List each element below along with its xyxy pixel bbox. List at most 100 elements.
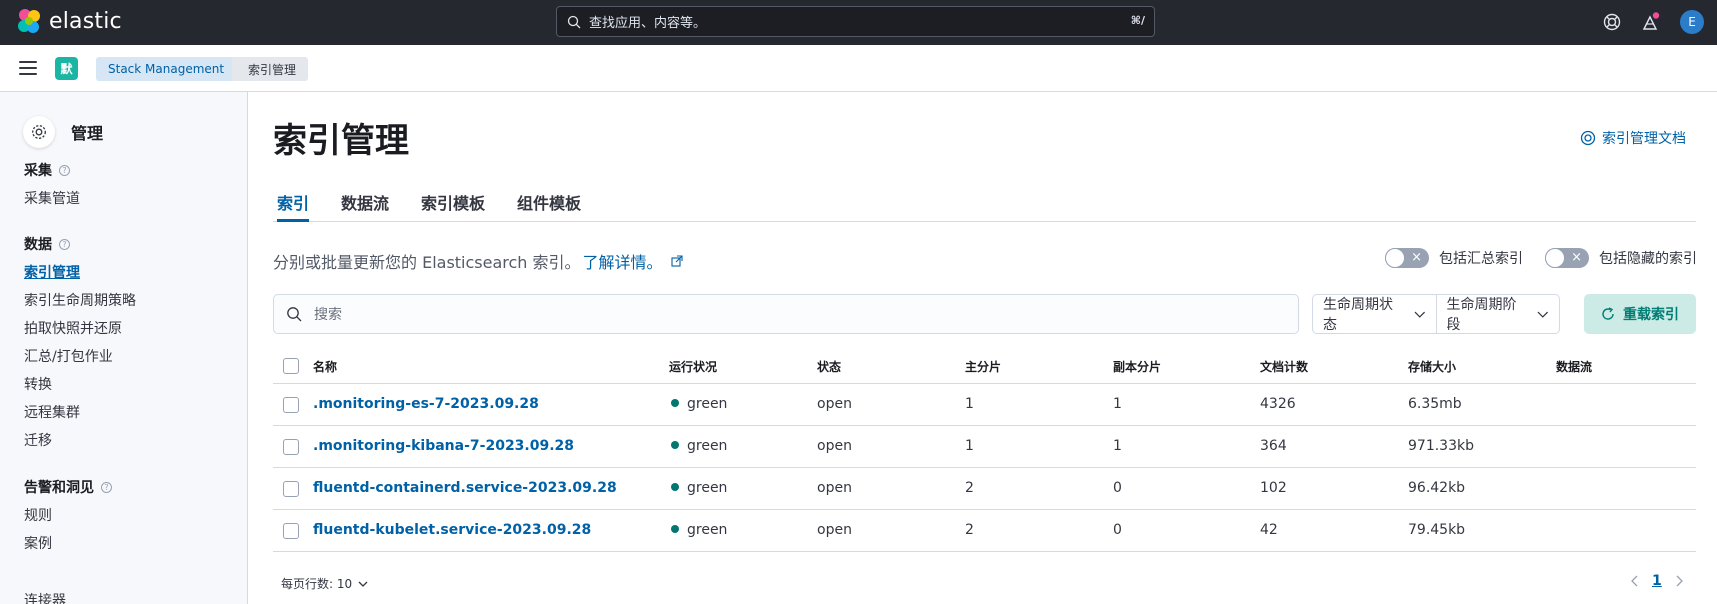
external-link-icon — [671, 255, 683, 267]
sidebar-item-ingest-pipelines[interactable]: 采集管道 — [24, 188, 80, 208]
column-header-replicas[interactable]: 副本分片 — [1113, 358, 1161, 375]
brand-name: elastic — [49, 8, 122, 34]
primary-cell: 2 — [965, 480, 974, 496]
help-icon[interactable]: ? — [101, 481, 112, 493]
sidebar-group-data: 数据? — [24, 234, 70, 254]
sidebar-item-rollup-jobs[interactable]: 汇总/打包作业 — [24, 346, 113, 366]
status-cell: open — [817, 438, 852, 454]
sidebar-group-label: 采集 — [24, 163, 52, 179]
index-name-link[interactable]: fluentd-kubelet.service-2023.09.28 — [313, 522, 591, 538]
sidebar-item-connectors[interactable]: 连接器 — [24, 590, 66, 604]
toggle-switch[interactable]: × — [1385, 248, 1429, 268]
row-checkbox[interactable] — [283, 523, 299, 539]
toggle-label: 包括汇总索引 — [1439, 251, 1523, 267]
column-header-primary[interactable]: 主分片 — [965, 358, 1001, 375]
chevron-right-icon[interactable] — [1674, 575, 1684, 587]
reload-label: 重载索引 — [1623, 307, 1679, 323]
column-header-data-stream[interactable]: 数据流 — [1556, 358, 1592, 375]
column-header-docs-count[interactable]: 文档计数 — [1260, 358, 1308, 375]
user-avatar[interactable]: E — [1680, 10, 1704, 34]
index-name-link[interactable]: .monitoring-kibana-7-2023.09.28 — [313, 438, 574, 454]
tab-data-streams[interactable]: 数据流 — [341, 190, 389, 222]
page-button-current[interactable]: 1 — [1652, 573, 1662, 589]
sidebar-item-index-management[interactable]: 索引管理 — [24, 262, 80, 282]
index-search-input[interactable]: 搜索 — [273, 294, 1299, 334]
lifecycle-status-filter[interactable]: 生命周期状态 — [1313, 295, 1436, 333]
filter-label: 生命周期状态 — [1323, 297, 1393, 333]
help-icon[interactable]: ? — [59, 238, 70, 250]
column-header-status[interactable]: 状态 — [817, 358, 841, 375]
help-icon[interactable] — [1601, 11, 1623, 33]
doc-link-label: 索引管理文档 — [1602, 131, 1686, 147]
storage-size-cell: 6.35mb — [1408, 396, 1462, 412]
include-rollup-toggle[interactable]: × 包括汇总索引 — [1385, 248, 1523, 268]
pagination: 1 — [1630, 573, 1684, 589]
health-status-dot — [671, 483, 679, 491]
page-description: 分别或批量更新您的 Elasticsearch 索引。 了解详情。 — [273, 249, 683, 273]
sidebar-item-snapshot-restore[interactable]: 拍取快照并还原 — [24, 318, 122, 338]
health-status-dot — [671, 441, 679, 449]
help-icon[interactable]: ? — [59, 164, 70, 176]
tab-component-templates[interactable]: 组件模板 — [517, 190, 581, 222]
chevron-left-icon[interactable] — [1630, 575, 1640, 587]
chevron-down-icon — [1537, 311, 1549, 318]
status-cell: open — [817, 522, 852, 538]
elastic-logo[interactable]: elastic — [16, 8, 122, 34]
sidebar-item-rules[interactable]: 规则 — [24, 505, 52, 525]
index-name-link[interactable]: fluentd-containerd.service-2023.09.28 — [313, 480, 617, 496]
tab-indices[interactable]: 索引 — [277, 190, 310, 222]
health-cell: green — [671, 396, 727, 412]
sidebar-item-remote-clusters[interactable]: 远程集群 — [24, 402, 80, 422]
column-header-health[interactable]: 运行状况 — [669, 358, 717, 375]
close-icon: × — [1571, 250, 1582, 265]
index-name-link[interactable]: .monitoring-es-7-2023.09.28 — [313, 396, 539, 412]
row-checkbox[interactable] — [283, 439, 299, 455]
tab-index-templates[interactable]: 索引模板 — [421, 190, 485, 222]
refresh-icon — [1602, 307, 1614, 320]
index-management-docs-link[interactable]: 索引管理文档 — [1580, 128, 1686, 148]
row-checkbox[interactable] — [283, 397, 299, 413]
reload-indices-button[interactable]: 重载索引 — [1584, 294, 1696, 334]
search-icon — [567, 15, 581, 28]
space-selector[interactable]: 默 — [55, 57, 78, 80]
column-header-storage-size[interactable]: 存储大小 — [1408, 358, 1456, 375]
health-cell: green — [671, 522, 727, 538]
storage-size-cell: 971.33kb — [1408, 438, 1474, 454]
column-header-name[interactable]: 名称 — [313, 358, 337, 375]
learn-more-link[interactable]: 了解详情。 — [583, 249, 663, 273]
breadcrumb-stack-management[interactable]: Stack Management — [96, 57, 249, 81]
filter-label: 生命周期阶段 — [1446, 297, 1517, 333]
lifecycle-phase-filter[interactable]: 生命周期阶段 — [1435, 295, 1560, 333]
docs-count-cell: 4326 — [1260, 396, 1296, 412]
status-cell: open — [817, 396, 852, 412]
include-hidden-toggle[interactable]: × 包括隐藏的索引 — [1545, 248, 1697, 268]
sidebar-item-cases[interactable]: 案例 — [24, 533, 52, 553]
news-feed-icon[interactable] — [1640, 11, 1662, 33]
menu-icon[interactable] — [19, 61, 37, 75]
rows-per-page-selector[interactable]: 每页行数: 10 — [281, 575, 368, 592]
primary-cell: 1 — [965, 438, 974, 454]
breadcrumb-bar: 默 Stack Management 索引管理 — [0, 45, 1717, 92]
primary-cell: 2 — [965, 522, 974, 538]
replicas-cell: 1 — [1113, 438, 1122, 454]
health-cell: green — [671, 480, 727, 496]
status-cell: open — [817, 480, 852, 496]
sidebar-item-ilm-policies[interactable]: 索引生命周期策略 — [24, 290, 136, 310]
search-icon — [287, 307, 302, 322]
sidebar-title: 管理 — [71, 124, 104, 143]
chevron-down-icon — [358, 581, 368, 587]
global-search-placeholder: 查找应用、内容等。 — [589, 16, 707, 31]
row-checkbox[interactable] — [283, 481, 299, 497]
global-search-input[interactable]: 查找应用、内容等。 ⌘/ — [556, 6, 1155, 37]
select-all-checkbox[interactable] — [283, 358, 299, 374]
table-header: 名称 运行状况 状态 主分片 副本分片 文档计数 存储大小 数据流 — [273, 348, 1696, 384]
docs-count-cell: 364 — [1260, 438, 1287, 454]
toggle-switch[interactable]: × — [1545, 248, 1589, 268]
page-title: 索引管理 — [273, 121, 409, 161]
sidebar-item-transforms[interactable]: 转换 — [24, 374, 52, 394]
health-cell: green — [671, 438, 727, 454]
health-value: green — [687, 522, 728, 538]
sidebar-item-migrate[interactable]: 迁移 — [24, 430, 52, 450]
description-text: 分别或批量更新您的 Elasticsearch 索引。 — [273, 253, 581, 272]
table-row: .monitoring-kibana-7-2023.09.28 green op… — [273, 426, 1696, 468]
